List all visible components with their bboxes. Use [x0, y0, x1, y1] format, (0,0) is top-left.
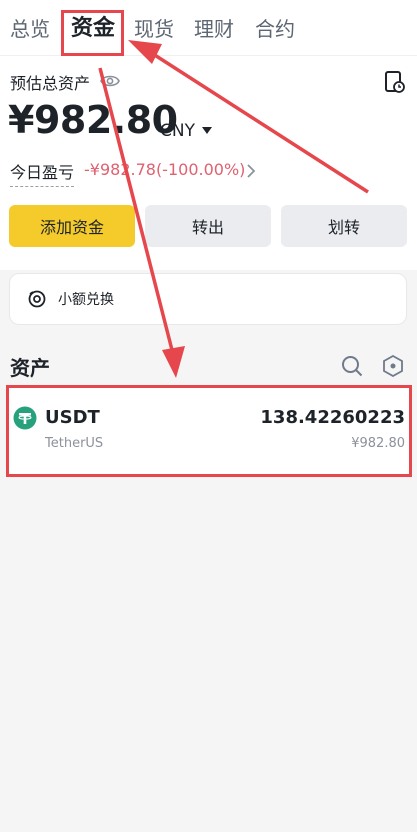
tab-earn[interactable]: 理财 [194, 12, 234, 46]
small-exchange-label: 小额兑换 [58, 292, 114, 308]
tab-futures[interactable]: 合约 [255, 12, 295, 46]
transfer-button[interactable]: 划转 [281, 205, 407, 247]
hexagon-icon[interactable] [383, 355, 403, 377]
search-icon[interactable] [341, 355, 363, 377]
estimated-total-label: 预估总资产 [10, 74, 91, 93]
asset-row-usdt[interactable]: USDT TetherUS 138.42260223 ¥982.80 [6, 385, 412, 477]
tab-overview[interactable]: 总览 [10, 12, 50, 46]
total-balance: ¥982.80 [8, 98, 178, 142]
eye-icon[interactable] [100, 72, 120, 90]
chevron-right-icon[interactable] [246, 164, 256, 178]
currency-selector[interactable]: CNY [160, 121, 195, 141]
assets-section-title: 资产 [10, 356, 50, 380]
today-pnl-label[interactable]: 今日盈亏 [10, 159, 75, 187]
history-icon[interactable] [384, 70, 406, 94]
caret-down-icon[interactable] [202, 127, 212, 135]
small-exchange-card[interactable]: 小额兑换 [9, 273, 407, 325]
asset-name: TetherUS [45, 436, 104, 451]
add-funds-button[interactable]: 添加资金 [9, 205, 135, 247]
asset-value: ¥982.80 [351, 436, 405, 451]
withdraw-button[interactable]: 转出 [145, 205, 271, 247]
asset-amount: 138.42260223 [260, 407, 405, 428]
asset-symbol: USDT [45, 407, 100, 428]
usdt-icon [13, 406, 37, 430]
tab-spot[interactable]: 现货 [134, 12, 174, 46]
annotation-highlight-tab [61, 10, 124, 56]
today-pnl-value: -¥982.78(-100.00%) [84, 160, 246, 179]
annotation-arrowhead-asset [162, 346, 185, 378]
small-exchange-icon [28, 290, 46, 308]
